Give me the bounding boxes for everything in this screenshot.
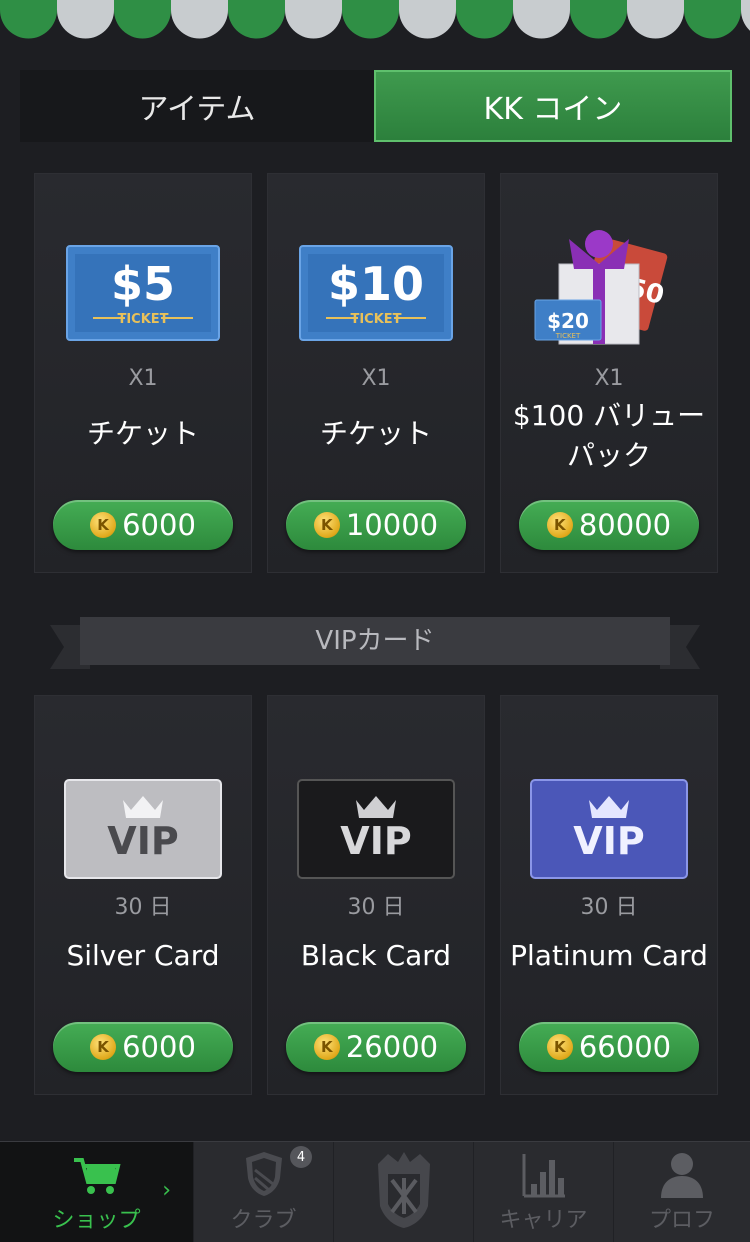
- vip-price: 6000: [122, 1030, 196, 1064]
- bottom-nav: ショップ › 4 クラブ キャリア プロフ: [0, 1141, 750, 1242]
- awning-scallop: [570, 0, 627, 39]
- awning-scallop: [684, 0, 741, 39]
- vip-label: VIP: [107, 819, 178, 863]
- vip-duration: 30 日: [580, 895, 638, 920]
- gift-pack-image: 50 $20 TICKET: [501, 214, 717, 345]
- ticket-label: TICKET: [350, 312, 401, 327]
- buy-button[interactable]: K 26000: [286, 1022, 466, 1072]
- coin-icon: K: [546, 1034, 573, 1060]
- chevron-right-icon: ›: [162, 1178, 171, 1203]
- tab-bar: アイテム KK コイン: [20, 70, 732, 142]
- vip-duration: 30 日: [347, 895, 405, 920]
- item-grid: $5 TICKET X1 チケット K 6000 $10 TICKET X1 チ…: [34, 173, 718, 573]
- awning-decoration: [0, 0, 750, 44]
- awning-scallop: [741, 0, 750, 31]
- awning-scallop: [285, 0, 342, 39]
- coin-icon: K: [90, 512, 117, 538]
- item-quantity: X1: [361, 366, 391, 391]
- nav-club[interactable]: 4 クラブ: [194, 1142, 334, 1242]
- awning-scallop: [114, 0, 171, 39]
- ticket-value: $10: [328, 257, 424, 311]
- vip-duration: 30 日: [114, 895, 172, 920]
- shield-icon: [245, 1152, 282, 1196]
- awning-scallop: [627, 0, 684, 39]
- item-name: チケット: [319, 417, 432, 450]
- vip-card[interactable]: VIP 30 日 Platinum Card K 66000: [500, 695, 718, 1095]
- coin-icon: K: [313, 512, 340, 538]
- bar-chart-icon: [522, 1154, 565, 1198]
- vip-card-name: Platinum Card: [510, 939, 708, 972]
- item-name: チケット: [86, 417, 199, 450]
- item-name: $100 バリュー パック: [512, 399, 706, 472]
- ticket-label: TICKET: [555, 332, 581, 340]
- nav-home[interactable]: [334, 1142, 474, 1242]
- nav-career[interactable]: キャリア: [474, 1142, 614, 1242]
- vip-price: 26000: [345, 1030, 439, 1064]
- awning-scallop: [456, 0, 513, 39]
- awning-scallop: [342, 0, 399, 39]
- nav-profile[interactable]: プロフ: [614, 1142, 750, 1242]
- awning-scallop: [399, 0, 456, 39]
- awning-scallop: [513, 0, 570, 39]
- buy-button[interactable]: K 80000: [519, 500, 699, 550]
- vip-price: 66000: [578, 1030, 672, 1064]
- buy-button[interactable]: K 6000: [53, 1022, 233, 1072]
- buy-button[interactable]: K 6000: [53, 500, 233, 550]
- vip-grid: VIP 30 日 Silver Card K 6000 VIP 30 日 Bla…: [34, 695, 718, 1095]
- vip-section-header: VIPカード: [50, 617, 700, 673]
- vip-label: VIP: [340, 819, 411, 863]
- cart-icon: [73, 1158, 121, 1194]
- item-card[interactable]: $10 TICKET X1 チケット K 10000: [267, 173, 485, 573]
- vip-card[interactable]: VIP 30 日 Silver Card K 6000: [34, 695, 252, 1095]
- item-quantity: X1: [594, 366, 624, 391]
- tab-kk-coin[interactable]: KK コイン: [374, 70, 732, 142]
- vip-card[interactable]: VIP 30 日 Black Card K 26000: [267, 695, 485, 1095]
- item-price: 80000: [578, 508, 672, 542]
- ticket-image: $10 TICKET: [268, 244, 484, 374]
- item-price: 6000: [122, 508, 196, 542]
- awning-scallops: [0, 0, 750, 39]
- coin-icon: K: [90, 1034, 117, 1060]
- ticket-value: $5: [111, 257, 175, 311]
- vip-card-name: Silver Card: [66, 939, 220, 972]
- nav-label: キャリア: [499, 1208, 588, 1233]
- nav-label: プロフ: [648, 1208, 715, 1233]
- nav-label: クラブ: [230, 1208, 297, 1233]
- buy-button[interactable]: K 66000: [519, 1022, 699, 1072]
- vip-label: VIP: [573, 819, 644, 863]
- profile-icon: [661, 1153, 703, 1198]
- awning-scallop: [0, 0, 57, 39]
- kk-logo-icon: [377, 1152, 430, 1228]
- buy-button[interactable]: K 10000: [286, 500, 466, 550]
- item-price: 10000: [345, 508, 439, 542]
- coin-icon: K: [546, 512, 573, 538]
- awning-scallop: [228, 0, 285, 39]
- coin-icon: K: [313, 1034, 340, 1060]
- ticket-label: TICKET: [117, 312, 168, 327]
- tab-items[interactable]: アイテム: [20, 70, 374, 142]
- awning-scallop: [171, 0, 228, 39]
- awning-scallop: [57, 0, 114, 39]
- ticket-image: $5 TICKET: [35, 244, 251, 374]
- vip-card-name: Black Card: [300, 939, 452, 972]
- nav-label: ショップ: [52, 1208, 141, 1233]
- ticket-value: $20: [547, 309, 589, 333]
- notification-badge: 4: [290, 1146, 312, 1168]
- vip-section-title: VIPカード: [315, 626, 435, 656]
- nav-shop[interactable]: ショップ ›: [0, 1142, 194, 1242]
- item-card[interactable]: $5 TICKET X1 チケット K 6000: [34, 173, 252, 573]
- item-quantity: X1: [128, 366, 158, 391]
- item-card[interactable]: 50 $20 TICKET X1 $100 バリュー パック K 80000: [500, 173, 718, 573]
